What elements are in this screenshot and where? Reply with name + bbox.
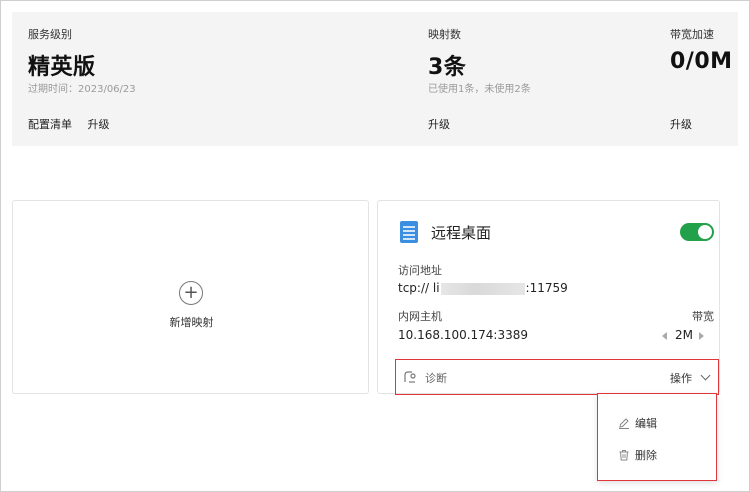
operations-menu: 编辑 删除 bbox=[597, 393, 717, 481]
operations-dropdown[interactable]: 操作 bbox=[670, 370, 692, 386]
access-address-value: tcp:// li :11759 bbox=[398, 281, 568, 295]
decrease-icon[interactable] bbox=[662, 331, 667, 340]
menu-item-edit-label: 编辑 bbox=[635, 417, 657, 430]
service-summary-panel: 服务级别 精英版 过期时间：2023/06/23 配置清单 升级 映射数 3条 … bbox=[12, 12, 738, 146]
card-action-bar: 诊断 操作 bbox=[395, 359, 719, 395]
bandwidth-accel-value: 0/0M bbox=[670, 49, 733, 74]
trash-icon bbox=[619, 450, 629, 461]
plus-icon[interactable]: + bbox=[179, 281, 203, 305]
bandwidth-accel-label: 带宽加速 bbox=[670, 28, 714, 41]
bandwidth-label: 带宽 bbox=[692, 310, 714, 323]
expiry-date: 过期时间：2023/06/23 bbox=[28, 84, 136, 95]
service-level-section: 服务级别 精英版 过期时间：2023/06/23 配置清单 升级 bbox=[28, 12, 408, 146]
service-upgrade-link[interactable]: 升级 bbox=[88, 118, 110, 131]
mapping-count-value: 3条 bbox=[428, 55, 467, 80]
bandwidth-section: 带宽加速 0/0M 升级 bbox=[670, 12, 740, 146]
service-links: 配置清单 升级 bbox=[28, 116, 122, 132]
mapping-usage: 已使用1条，未使用2条 bbox=[428, 84, 531, 95]
add-mapping-card[interactable]: + 新增映射 bbox=[12, 200, 369, 394]
mapping-upgrade-link[interactable]: 升级 bbox=[428, 118, 450, 131]
add-mapping-label[interactable]: 新增映射 bbox=[13, 314, 370, 330]
masked-domain bbox=[440, 282, 525, 295]
bandwidth-links: 升级 bbox=[670, 116, 704, 132]
menu-item-delete[interactable]: 删除 bbox=[618, 447, 657, 463]
mapping-count-section: 映射数 3条 已使用1条，未使用2条 升级 bbox=[428, 12, 628, 146]
access-address-port: :11759 bbox=[525, 281, 568, 295]
config-list-link[interactable]: 配置清单 bbox=[28, 118, 72, 131]
service-level-value: 精英版 bbox=[28, 55, 96, 80]
mapping-title: 远程桌面 bbox=[431, 224, 492, 242]
bandwidth-stepper: 2M bbox=[662, 328, 704, 342]
edit-icon bbox=[619, 418, 629, 429]
menu-item-edit[interactable]: 编辑 bbox=[618, 415, 657, 431]
diagnose-icon[interactable] bbox=[403, 370, 417, 384]
bandwidth-upgrade-link[interactable]: 升级 bbox=[670, 118, 692, 131]
bandwidth-value: 2M bbox=[675, 328, 693, 342]
service-level-label: 服务级别 bbox=[28, 28, 72, 41]
internal-host-value: 10.168.100.174:3389 bbox=[398, 328, 529, 342]
access-address-label: 访问地址 bbox=[398, 264, 442, 277]
enable-toggle[interactable] bbox=[680, 223, 714, 241]
mapping-count-label: 映射数 bbox=[428, 28, 461, 41]
internal-host-label: 内网主机 bbox=[398, 310, 442, 323]
chevron-down-icon[interactable] bbox=[700, 370, 711, 381]
server-icon bbox=[400, 221, 418, 243]
increase-icon[interactable] bbox=[699, 331, 704, 340]
diagnose-button[interactable]: 诊断 bbox=[425, 370, 447, 386]
toggle-knob bbox=[698, 225, 712, 239]
mapping-links: 升级 bbox=[428, 116, 462, 132]
remote-desktop-card: 远程桌面 访问地址 tcp:// li :11759 内网主机 10.168.10… bbox=[377, 200, 720, 395]
menu-item-delete-label: 删除 bbox=[635, 449, 657, 462]
access-address-prefix: tcp:// li bbox=[398, 281, 440, 295]
